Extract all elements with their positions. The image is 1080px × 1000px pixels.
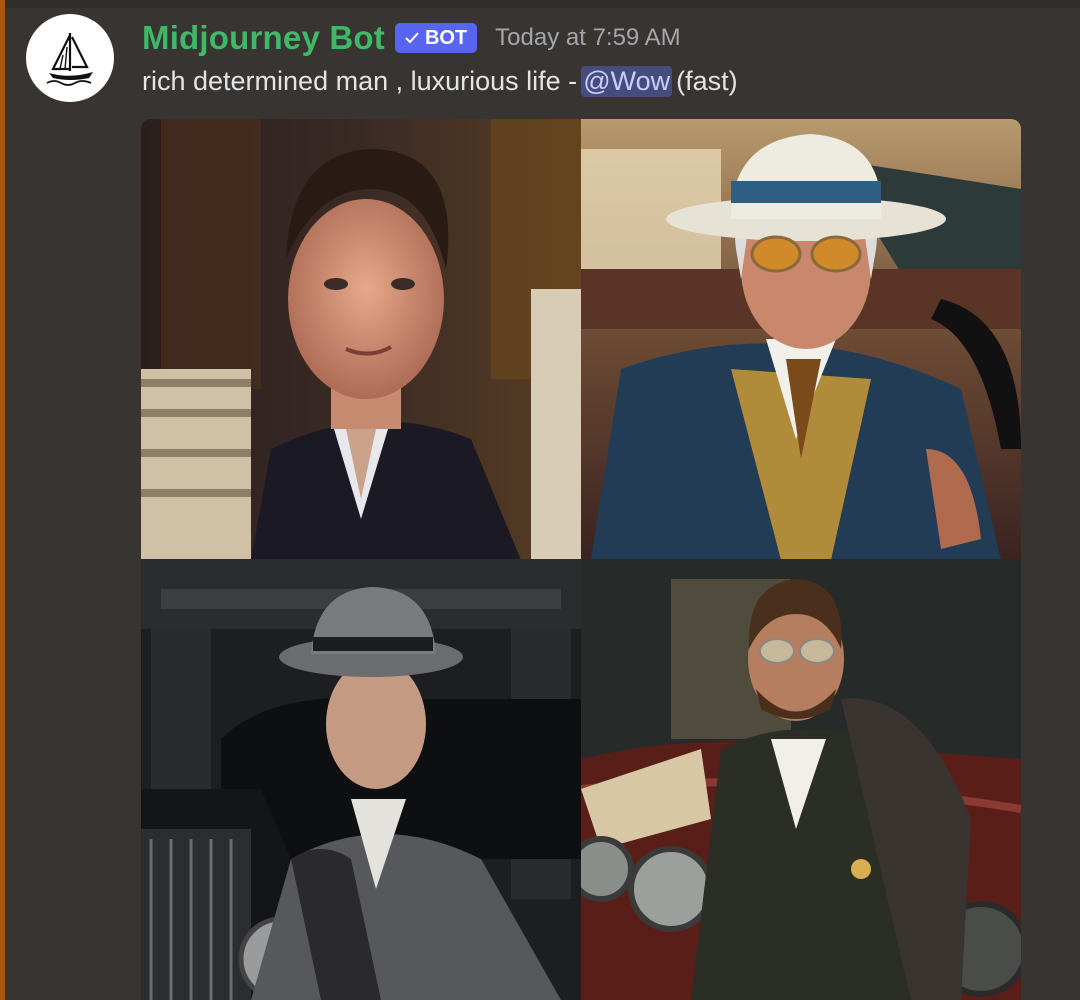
message-highlight-bar — [0, 0, 5, 1000]
top-divider — [0, 0, 1080, 8]
image-tile-4[interactable] — [581, 559, 1021, 1000]
mode-label: (fast) — [676, 65, 738, 96]
checkmark-icon — [405, 32, 419, 44]
portrait-image-4 — [581, 559, 1021, 1000]
user-mention[interactable]: @Wow — [581, 65, 673, 97]
bot-badge: BOT — [394, 23, 478, 53]
message-header: Midjourney Bot BOT Today at 7:59 AM — [142, 18, 681, 58]
portrait-image-2 — [581, 119, 1021, 559]
image-tile-3[interactable] — [141, 559, 581, 1000]
image-tile-2[interactable] — [581, 119, 1021, 559]
portrait-image-3 — [141, 559, 581, 1000]
prompt-text: rich determined man , luxurious life - — [142, 65, 578, 96]
message-content: rich determined man , luxurious life - @… — [142, 62, 738, 100]
image-grid[interactable] — [141, 119, 1021, 1000]
avatar[interactable] — [26, 14, 114, 102]
author-name[interactable]: Midjourney Bot — [142, 19, 385, 57]
bot-badge-label: BOT — [424, 26, 468, 49]
timestamp[interactable]: Today at 7:59 AM — [495, 24, 680, 52]
sailboat-icon — [46, 33, 93, 86]
image-tile-1[interactable] — [141, 119, 581, 559]
portrait-image-1 — [141, 119, 581, 559]
